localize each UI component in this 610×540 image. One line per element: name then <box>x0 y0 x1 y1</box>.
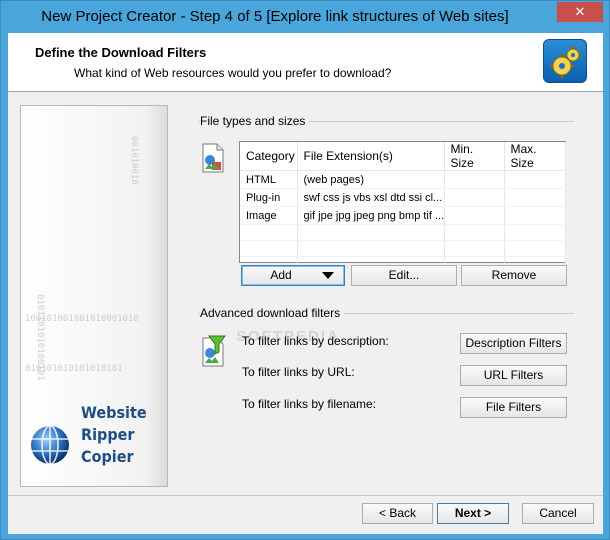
file-types-group-label: File types and sizes <box>200 114 310 128</box>
file-types-icon <box>200 143 226 173</box>
add-button-label: Add <box>270 268 292 282</box>
product-logo-text: Website Ripper Copier <box>81 403 147 466</box>
wizard-header: Define the Download Filters What kind of… <box>8 33 603 92</box>
file-filters-button[interactable]: File Filters <box>460 397 567 418</box>
edit-button[interactable]: Edit... <box>351 265 457 286</box>
cell-max-size <box>504 206 566 225</box>
binary-decoration: 001010010 <box>129 136 139 185</box>
table-row[interactable]: HTML (web pages) <box>240 170 566 189</box>
table-row[interactable]: Plug-in swf css js vbs xsl dtd ssi cl... <box>240 188 566 207</box>
next-button[interactable]: Next > <box>437 503 509 524</box>
page-subtitle: What kind of Web resources would you pre… <box>74 66 392 80</box>
description-filter-label: To filter links by description: <box>242 334 389 348</box>
table-row[interactable]: Image gif jpe jpg jpeg png bmp tif ... <box>240 206 566 225</box>
globe-icon <box>29 424 71 466</box>
window-title: New Project Creator - Step 4 of 5 [Explo… <box>41 8 509 25</box>
close-icon: ✕ <box>574 4 586 19</box>
cell-min-size <box>444 206 505 225</box>
cell-extensions: gif jpe jpg jpeg png bmp tif ... <box>297 206 445 225</box>
wizard-client-area: Define the Download Filters What kind of… <box>8 33 603 534</box>
cell-min-size <box>444 170 505 189</box>
column-header-max-size[interactable]: Max. Size <box>504 142 566 171</box>
remove-button[interactable]: Remove <box>461 265 567 286</box>
empty-row <box>240 224 566 241</box>
close-button[interactable]: ✕ <box>557 2 603 22</box>
cell-category: HTML <box>240 170 298 189</box>
url-filters-button[interactable]: URL Filters <box>460 365 567 386</box>
binary-decoration: 0101101010100101 <box>35 294 45 381</box>
cell-category: Plug-in <box>240 188 298 207</box>
cancel-button[interactable]: Cancel <box>522 503 594 524</box>
dropdown-arrow-icon <box>322 272 334 279</box>
file-types-list[interactable]: Category File Extension(s) Min. Size Max… <box>239 141 566 273</box>
cell-max-size <box>504 188 566 207</box>
filename-filter-label: To filter links by filename: <box>242 397 377 411</box>
sidebar-banner: 100101001001010001010 010101010101010101… <box>20 105 168 487</box>
column-header-extensions[interactable]: File Extension(s) <box>297 142 445 171</box>
cell-extensions: swf css js vbs xsl dtd ssi cl... <box>297 188 445 207</box>
column-header-min-size[interactable]: Min. Size <box>444 142 505 171</box>
footer-divider <box>8 495 603 496</box>
title-bar[interactable]: New Project Creator - Step 4 of 5 [Explo… <box>1 1 609 33</box>
url-filter-label: To filter links by URL: <box>242 365 355 379</box>
back-button[interactable]: < Back <box>362 503 433 524</box>
wizard-window: New Project Creator - Step 4 of 5 [Explo… <box>0 0 610 540</box>
description-filters-button[interactable]: Description Filters <box>460 333 567 354</box>
page-title: Define the Download Filters <box>35 45 207 60</box>
filter-icon <box>200 335 226 367</box>
column-header-category[interactable]: Category <box>240 142 298 171</box>
add-button[interactable]: Add <box>241 265 345 286</box>
cell-max-size <box>504 170 566 189</box>
cell-min-size <box>444 188 505 207</box>
advanced-filters-group-label: Advanced download filters <box>200 306 345 320</box>
gears-icon <box>543 39 587 83</box>
cell-extensions: (web pages) <box>297 170 445 189</box>
cell-category: Image <box>240 206 298 225</box>
empty-row <box>240 240 566 257</box>
